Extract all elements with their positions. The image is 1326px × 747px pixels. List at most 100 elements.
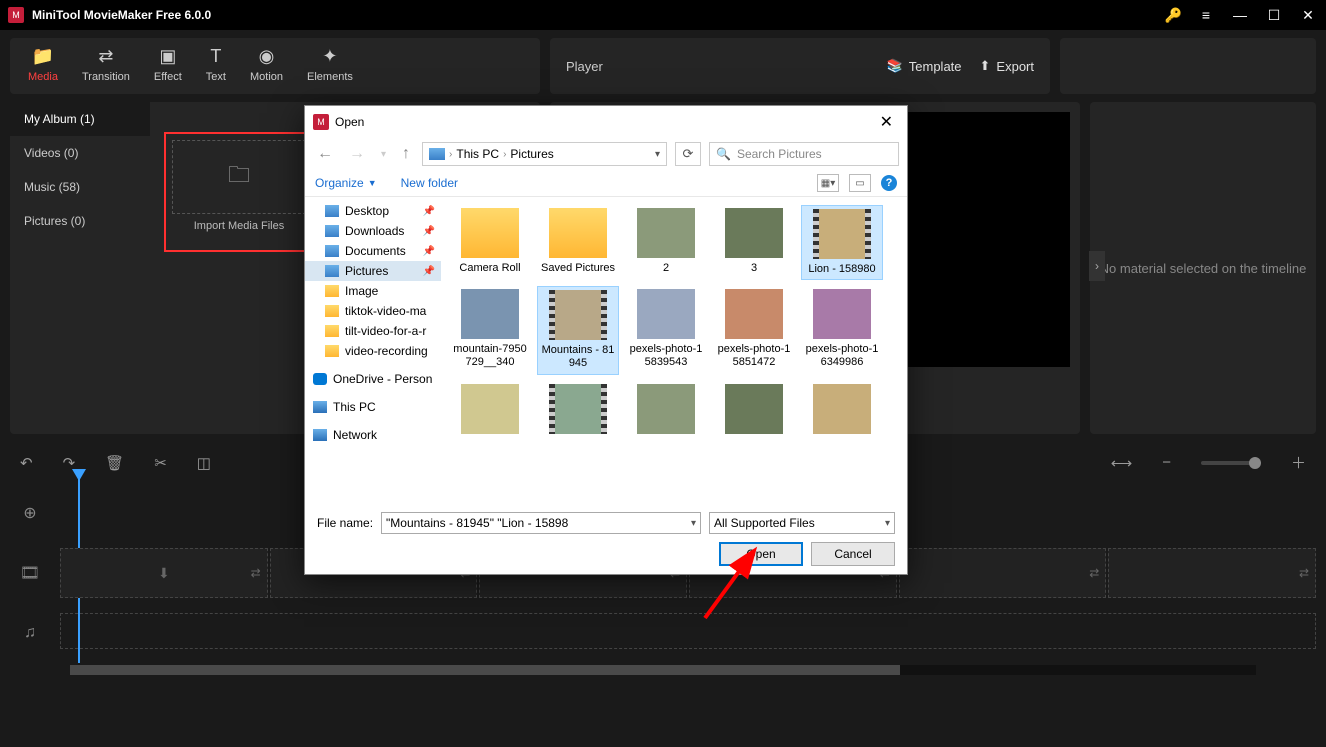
up-button[interactable]: ↑ — [398, 145, 414, 163]
file-item[interactable]: Camera Roll — [449, 205, 531, 280]
file-grid: Camera Roll Saved Pictures2 3 Lion - 158980… — [441, 197, 907, 504]
breadcrumb-bar[interactable]: › This PC › Pictures ▾ — [422, 142, 667, 166]
tree-videorec[interactable]: video-recording — [305, 341, 441, 361]
cut-button[interactable]: ✂ — [154, 454, 167, 472]
cancel-button[interactable]: Cancel — [811, 542, 895, 566]
tree-tilt[interactable]: tilt-video-for-a-r — [305, 321, 441, 341]
zoom-out-button[interactable]: − — [1162, 454, 1171, 471]
view-mode-button[interactable]: ▦▾ — [817, 174, 839, 192]
search-input[interactable]: 🔍 Search Pictures — [709, 142, 899, 166]
close-button[interactable]: ✕ — [1298, 7, 1318, 24]
dialog-close-button[interactable]: ✕ — [874, 112, 899, 132]
back-button[interactable]: ← — [313, 145, 337, 163]
audio-slot[interactable] — [60, 613, 1316, 649]
dialog-titlebar: M Open ✕ — [305, 106, 907, 138]
dialog-navbar: ← → ▾ ↑ › This PC › Pictures ▾ ⟳ 🔍 Searc… — [305, 138, 907, 170]
new-folder-button[interactable]: New folder — [401, 176, 458, 190]
open-button[interactable]: Open — [719, 542, 803, 566]
menu-icon[interactable]: ≡ — [1196, 7, 1216, 23]
tab-motion[interactable]: ◉Motion — [250, 46, 283, 83]
sidebar-item-pictures[interactable]: Pictures (0) — [10, 204, 150, 238]
tree-network[interactable]: Network — [305, 425, 441, 445]
tab-media-label: Media — [28, 71, 58, 83]
template-button[interactable]: 📚Template — [887, 58, 962, 74]
folder-tree: Desktop📌 Downloads📌 Documents📌 Pictures📌… — [305, 197, 441, 504]
tree-pictures[interactable]: Pictures📌 — [305, 261, 441, 281]
sidebar-item-videos[interactable]: Videos (0) — [10, 136, 150, 170]
tab-effect-label: Effect — [154, 71, 182, 83]
tab-transition[interactable]: ⇄Transition — [82, 46, 130, 83]
file-name: 3 — [751, 262, 757, 275]
file-item[interactable]: pexels-photo-15839543 — [625, 286, 707, 374]
tree-image[interactable]: Image — [305, 281, 441, 301]
file-type-filter[interactable]: All Supported Files▾ — [709, 512, 895, 534]
breadcrumb-folder[interactable]: Pictures — [510, 147, 553, 161]
player-label: Player — [566, 59, 603, 74]
file-item[interactable] — [625, 381, 707, 441]
key-icon[interactable]: 🔑 — [1165, 7, 1182, 24]
file-item[interactable] — [537, 381, 619, 441]
right-header-panel — [1060, 38, 1316, 94]
organize-button[interactable]: Organize▼ — [315, 176, 377, 190]
tree-thispc[interactable]: This PC — [305, 397, 441, 417]
undo-button[interactable]: ↶ — [20, 454, 33, 472]
clip-slot[interactable]: ⇄ — [1108, 548, 1316, 598]
tab-media[interactable]: 📁Media — [28, 46, 58, 83]
motion-icon: ◉ — [259, 46, 275, 67]
clip-slot[interactable]: ⬇⇄ — [60, 548, 268, 598]
history-dropdown[interactable]: ▾ — [377, 149, 390, 160]
chevron-right-icon[interactable]: › — [1089, 251, 1105, 281]
file-item[interactable] — [449, 381, 531, 441]
fit-icon[interactable]: ⟷ — [1111, 454, 1133, 472]
file-name: mountain-7950729__340 — [452, 343, 528, 369]
filename-input[interactable]: "Mountains - 81945" "Lion - 15898▾ — [381, 512, 701, 534]
dialog-footer: File name: "Mountains - 81945" "Lion - 1… — [305, 504, 907, 574]
sidebar-item-music[interactable]: Music (58) — [10, 170, 150, 204]
refresh-button[interactable]: ⟳ — [675, 142, 701, 166]
tree-onedrive[interactable]: OneDrive - Person — [305, 369, 441, 389]
zoom-slider[interactable] — [1201, 461, 1261, 465]
file-name: Camera Roll — [459, 262, 520, 275]
properties-panel: › No material selected on the timeline — [1090, 102, 1316, 434]
tab-text[interactable]: TText — [206, 46, 226, 83]
breadcrumb-root[interactable]: This PC — [456, 147, 499, 161]
chevron-down-icon[interactable]: ▾ — [691, 518, 696, 529]
redo-button[interactable]: ↷ — [63, 454, 76, 472]
filename-label: File name: — [317, 516, 373, 530]
app-title: MiniTool MovieMaker Free 6.0.0 — [32, 8, 1165, 22]
crop-button[interactable]: ◫ — [197, 454, 211, 472]
swap-icon: ⇄ — [1299, 566, 1309, 580]
file-item[interactable]: pexels-photo-15851472 — [713, 286, 795, 374]
file-item[interactable] — [713, 381, 795, 441]
tree-tiktok[interactable]: tiktok-video-ma — [305, 301, 441, 321]
file-item[interactable]: Saved Pictures — [537, 205, 619, 280]
zoom-in-button[interactable]: ＋ — [1291, 452, 1306, 473]
preview-pane-button[interactable]: ▭ — [849, 174, 871, 192]
forward-button[interactable]: → — [345, 145, 369, 163]
audio-track[interactable] — [60, 603, 1316, 663]
timeline-scrollbar[interactable] — [70, 665, 1256, 675]
file-item[interactable]: pexels-photo-16349986 — [801, 286, 883, 374]
open-file-dialog: M Open ✕ ← → ▾ ↑ › This PC › Pictures ▾ … — [304, 105, 908, 575]
delete-button[interactable]: 🗑 — [105, 454, 124, 472]
file-item[interactable] — [801, 381, 883, 441]
chevron-down-icon[interactable]: ▾ — [655, 149, 660, 160]
tab-elements[interactable]: ✦Elements — [307, 46, 353, 83]
export-button[interactable]: ⬆Export — [980, 58, 1034, 74]
file-item[interactable]: 3 — [713, 205, 795, 280]
maximize-button[interactable]: ☐ — [1264, 7, 1284, 24]
file-item[interactable]: mountain-7950729__340 — [449, 286, 531, 374]
help-button[interactable]: ? — [881, 175, 897, 191]
clip-slot[interactable]: ⇄ — [899, 548, 1107, 598]
sidebar-item-myalbum[interactable]: My Album (1) — [10, 102, 150, 136]
add-track-icon[interactable]: ⊕ — [10, 503, 50, 523]
tab-effect[interactable]: ▣Effect — [154, 46, 182, 83]
import-media-button[interactable]: 🗀 — [172, 140, 306, 214]
minimize-button[interactable]: — — [1230, 7, 1250, 23]
tree-desktop[interactable]: Desktop📌 — [305, 201, 441, 221]
file-item[interactable]: Mountains - 81945 — [537, 286, 619, 374]
file-item[interactable]: 2 — [625, 205, 707, 280]
tree-downloads[interactable]: Downloads📌 — [305, 221, 441, 241]
tree-documents[interactable]: Documents📌 — [305, 241, 441, 261]
file-item[interactable]: Lion - 158980 — [801, 205, 883, 280]
